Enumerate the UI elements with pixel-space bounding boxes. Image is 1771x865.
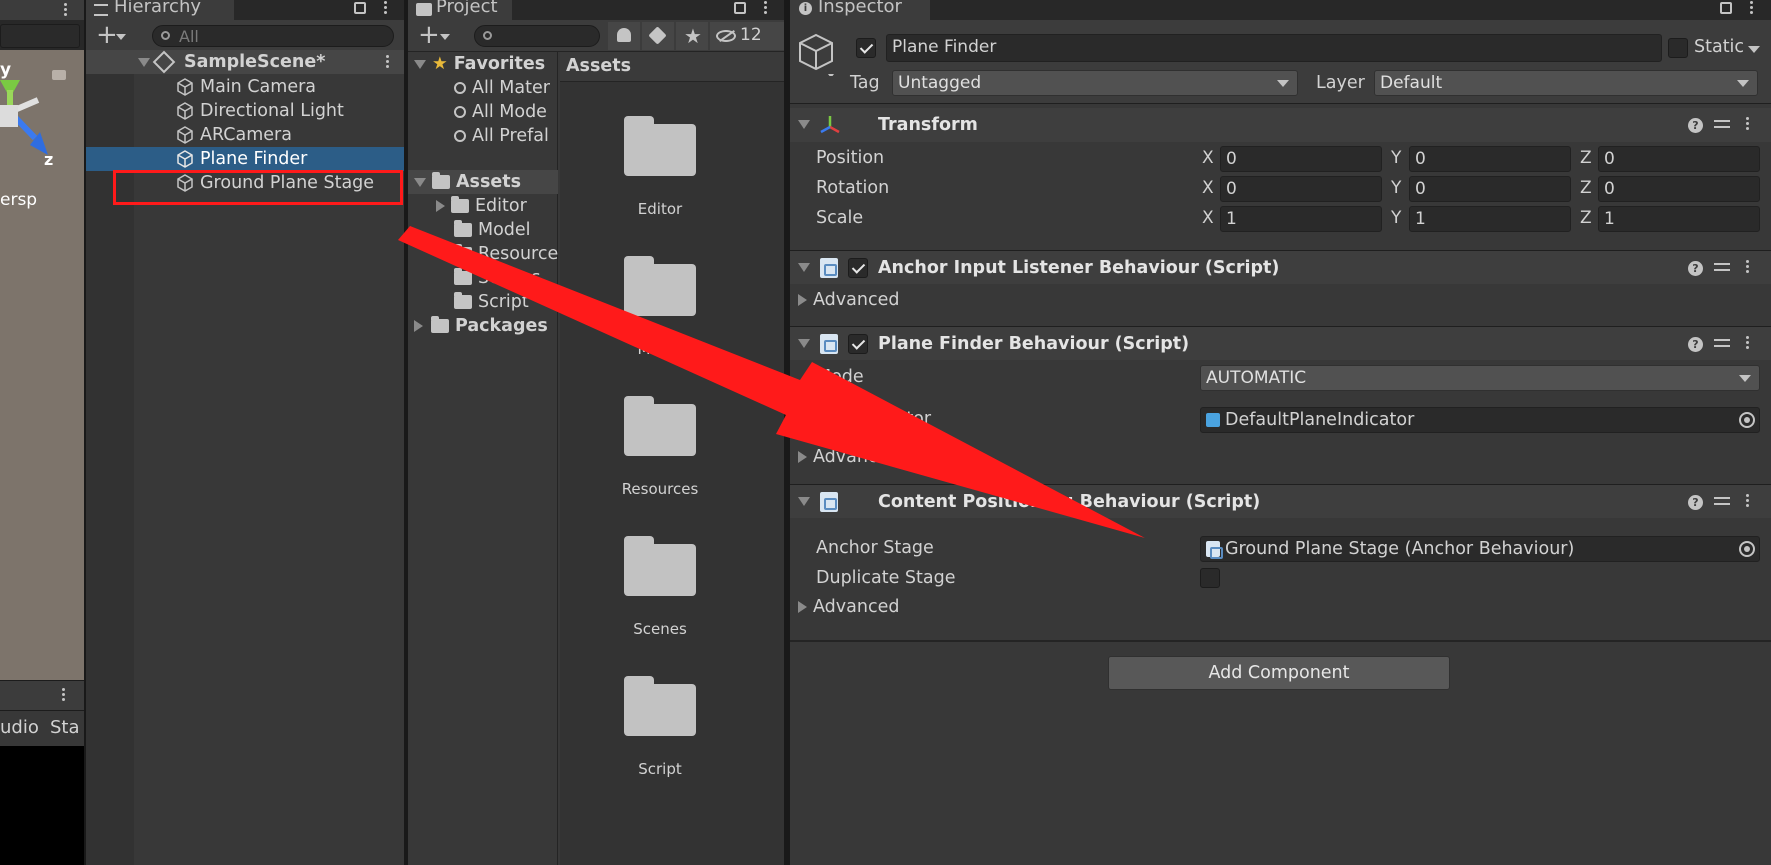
annotation-arrow <box>398 226 1145 538</box>
